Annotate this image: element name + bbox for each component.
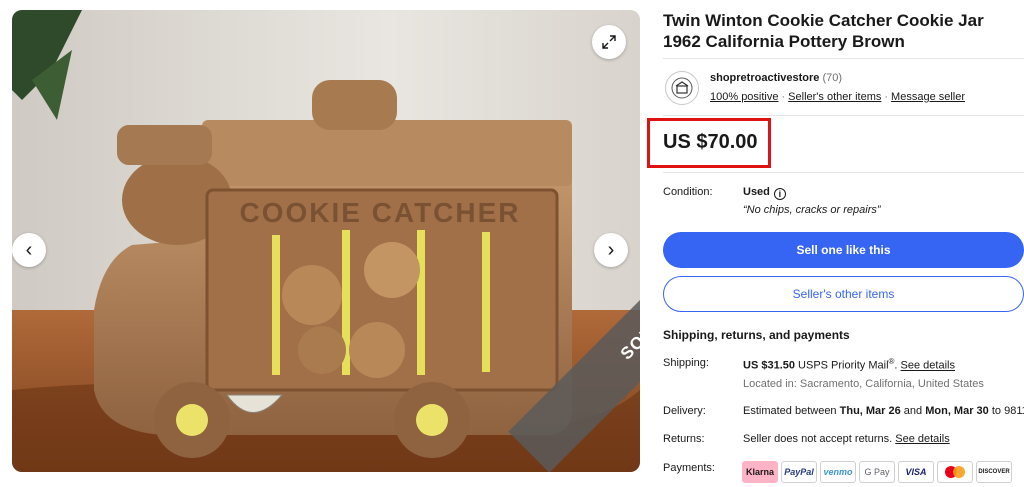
seller-positive-link[interactable]: 100% positive bbox=[710, 91, 779, 103]
delivery-and: and bbox=[900, 405, 926, 417]
shipping-service: USPS Priority Mail bbox=[798, 359, 889, 372]
shipping-label: Shipping: bbox=[663, 357, 709, 369]
delivery-prefix: Estimated between bbox=[743, 405, 840, 417]
mastercard-icon bbox=[937, 461, 973, 483]
delivery-value-line: Estimated between Thu, Mar 26 and Mon, M… bbox=[743, 405, 1024, 417]
google-pay-icon: G Pay bbox=[859, 461, 895, 483]
payment-methods: Klarna PayPal venmo G Pay VISA DISCOVER bbox=[742, 461, 1012, 483]
condition-note: “No chips, cracks or repairs” bbox=[743, 204, 881, 216]
seller-name-line: shopretroactivestore (70) bbox=[710, 72, 842, 84]
chevron-right-icon: › bbox=[607, 238, 615, 261]
sellers-other-items-button[interactable]: Seller's other items bbox=[663, 276, 1024, 312]
condition-value: Used bbox=[743, 186, 770, 198]
delivery-suffix: to 98115 bbox=[991, 405, 1024, 417]
returns-value-line: Seller does not accept returns. See deta… bbox=[743, 433, 950, 445]
paypal-icon: PayPal bbox=[781, 461, 817, 483]
store-icon bbox=[671, 77, 693, 99]
seller-other-items-link[interactable]: Seller's other items bbox=[788, 91, 881, 103]
separator: · bbox=[884, 91, 889, 103]
venmo-icon: venmo bbox=[820, 461, 856, 483]
delivery-end: Mon, Mar 30 bbox=[925, 405, 989, 417]
expand-image-button[interactable] bbox=[592, 25, 626, 59]
condition-label: Condition: bbox=[663, 186, 713, 198]
discover-icon: DISCOVER bbox=[976, 461, 1012, 483]
image-gallery[interactable]: COOKIE CATCHER ‹ › SOLD bbox=[12, 10, 640, 472]
item-location: Located in: Sacramento, California, Unit… bbox=[743, 378, 984, 390]
klarna-icon: Klarna bbox=[742, 461, 778, 483]
listing-title: Twin Winton Cookie Catcher Cookie Jar 19… bbox=[663, 11, 984, 51]
seller-name[interactable]: shopretroactivestore bbox=[710, 72, 819, 84]
item-price: US $70.00 bbox=[663, 131, 758, 153]
shipping-price: US $31.50 bbox=[743, 359, 795, 372]
returns-see-details-link[interactable]: See details bbox=[895, 433, 949, 445]
visa-icon: VISA bbox=[898, 461, 934, 483]
shipping-value-line: US $31.50 USPS Priority Mail®. See detai… bbox=[743, 357, 955, 372]
chevron-left-icon: ‹ bbox=[25, 238, 33, 261]
separator: · bbox=[781, 91, 786, 103]
seller-links: 100% positive · Seller's other items · Messa… bbox=[710, 91, 965, 103]
listing-info: Twin Winton Cookie Catcher Cookie Jar 19… bbox=[647, 0, 1024, 487]
expand-icon bbox=[602, 35, 616, 49]
returns-value: Seller does not accept returns. bbox=[743, 433, 893, 445]
returns-label: Returns: bbox=[663, 433, 705, 445]
delivery-start: Thu, Mar 26 bbox=[839, 405, 901, 417]
seller-card: shopretroactivestore (70) 100% positive ·… bbox=[663, 58, 1024, 116]
shipping-section-title: Shipping, returns, and payments bbox=[663, 328, 850, 342]
info-icon[interactable]: i bbox=[773, 188, 786, 200]
seller-feedback-count: (70) bbox=[822, 72, 843, 84]
sell-one-like-this-button[interactable]: Sell one like this bbox=[663, 232, 1024, 268]
delivery-label: Delivery: bbox=[663, 405, 706, 417]
shipping-see-details-link[interactable]: See details bbox=[901, 360, 955, 372]
jar-text: COOKIE CATCHER bbox=[239, 197, 520, 228]
payments-label: Payments: bbox=[663, 462, 715, 474]
message-seller-link[interactable]: Message seller bbox=[891, 91, 965, 103]
registered-mark: ® bbox=[888, 357, 895, 366]
next-image-button[interactable]: › bbox=[594, 233, 628, 267]
seller-avatar[interactable] bbox=[665, 71, 699, 105]
divider bbox=[663, 172, 1024, 173]
condition-value-line: Used i bbox=[743, 186, 786, 200]
previous-image-button[interactable]: ‹ bbox=[12, 233, 46, 267]
